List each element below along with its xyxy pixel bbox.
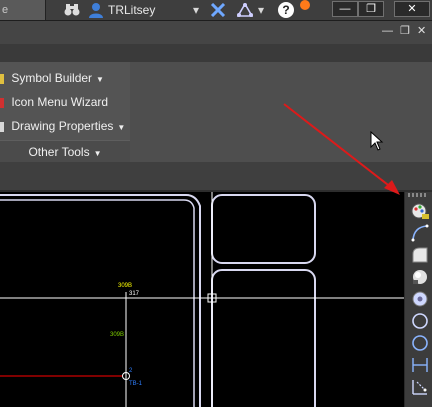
symbol-builder-button[interactable]: Symbol Builder ▼ <box>0 66 104 92</box>
icon-menu-wizard-label: Icon Menu Wizard <box>11 95 109 109</box>
circle-outline-icon[interactable] <box>410 334 430 352</box>
terminal-label: TB-1 <box>129 381 143 387</box>
chevron-down-icon: ▼ <box>93 149 102 158</box>
ribbon-tab-strip <box>0 20 432 45</box>
symbol-builder-label: Symbol Builder <box>11 71 93 85</box>
dimension-icon[interactable] <box>410 356 430 374</box>
wire-label-top: 309B <box>118 283 132 289</box>
node-number-label: 2 <box>129 368 133 374</box>
user-name[interactable]: TRLitsey <box>108 0 155 20</box>
wire-label-mid: 309B <box>110 332 124 338</box>
drawing-properties-label: Drawing Properties <box>11 119 114 133</box>
frame-outline <box>0 194 201 407</box>
node-label-top: 317 <box>129 291 140 297</box>
icon-menu-wizard-button[interactable]: Icon Menu Wizard <box>0 90 108 114</box>
user-icon[interactable] <box>86 0 106 20</box>
toolbar-grip[interactable] <box>408 193 428 197</box>
user-dropdown-chevron-icon[interactable]: ▾ <box>190 0 202 20</box>
chevron-down-icon: ▼ <box>96 75 104 84</box>
terminal-box-lower <box>211 269 316 407</box>
ribbon-panel-header <box>0 44 432 62</box>
circle-dot-icon[interactable] <box>410 290 430 308</box>
chevron-down-icon: ▼ <box>117 123 126 132</box>
network-dropdown-chevron-icon[interactable]: ▾ <box>256 0 266 20</box>
dimension-angle-icon[interactable] <box>410 378 430 396</box>
minimize-button[interactable]: — <box>332 1 358 17</box>
binoculars-icon[interactable] <box>62 0 82 20</box>
quarter-fill-icon[interactable] <box>410 246 430 264</box>
notification-dot-icon <box>300 0 310 10</box>
close-button[interactable]: ✕ <box>394 1 430 17</box>
annotation-arrow <box>283 103 400 195</box>
document-tab[interactable]: e <box>0 0 46 20</box>
toolbar-overflow[interactable] <box>410 398 428 407</box>
other-tools-dropdown[interactable]: Other Tools ▼ <box>0 140 130 163</box>
terminal-box-upper <box>211 194 316 264</box>
drawing-properties-button[interactable]: Drawing Properties ▼ <box>0 114 125 140</box>
symbol-builder-icon <box>0 73 4 84</box>
restore-button[interactable]: ❐ <box>358 1 384 17</box>
properties-icon <box>0 121 4 132</box>
circle-icon[interactable] <box>410 312 430 330</box>
drawing-canvas[interactable]: 309B 317 309B 2 TB-1 <box>0 192 404 407</box>
help-icon[interactable]: ? <box>278 2 294 18</box>
wizard-icon <box>0 97 4 108</box>
sphere-icon[interactable] <box>410 268 430 286</box>
ribbon-window-controls[interactable]: — ❐ ✕ <box>382 24 428 38</box>
other-tools-label: Other Tools <box>28 145 90 159</box>
palette-icon[interactable] <box>410 202 430 220</box>
arc-icon[interactable] <box>410 224 430 242</box>
